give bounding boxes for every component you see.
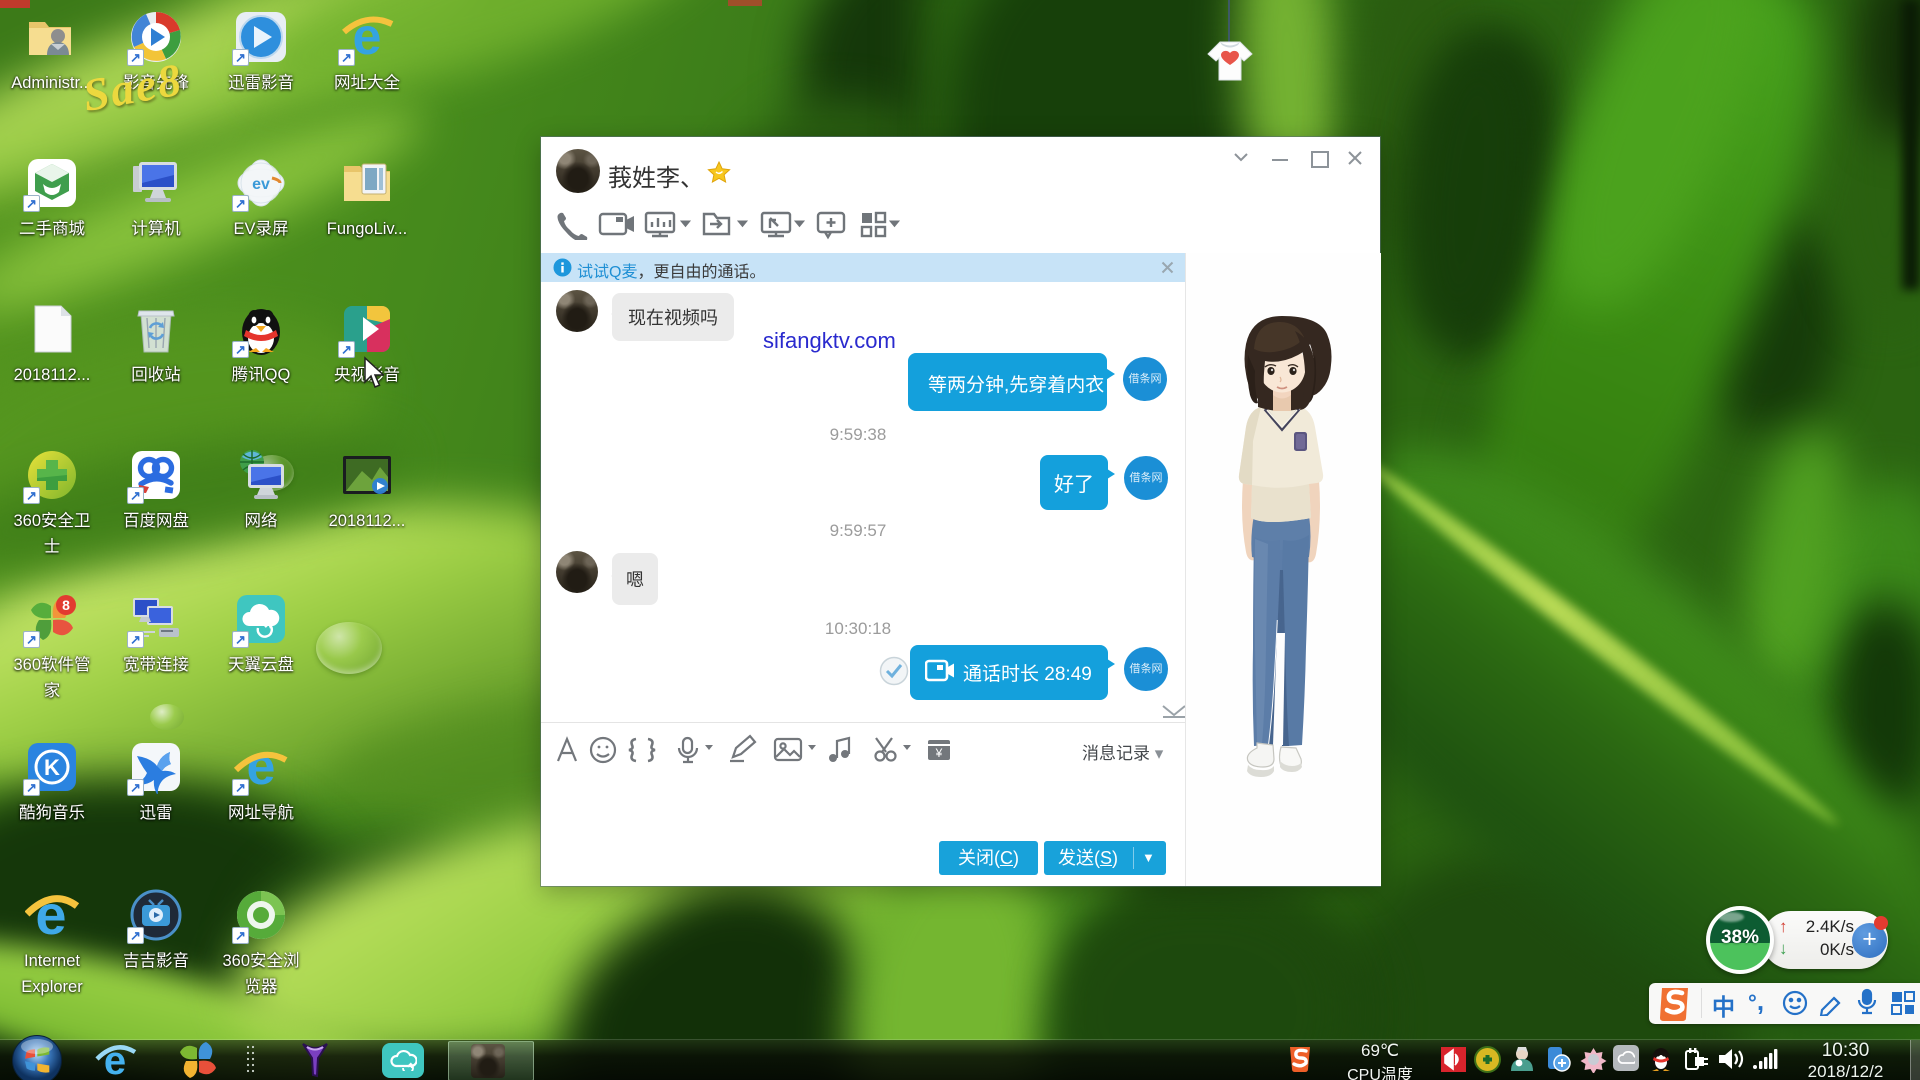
svg-text:ev: ev (252, 176, 270, 193)
svg-text:e: e (247, 740, 276, 794)
svg-text:K: K (44, 755, 60, 780)
svg-text:8: 8 (62, 597, 70, 613)
svg-text:¥: ¥ (935, 746, 943, 760)
